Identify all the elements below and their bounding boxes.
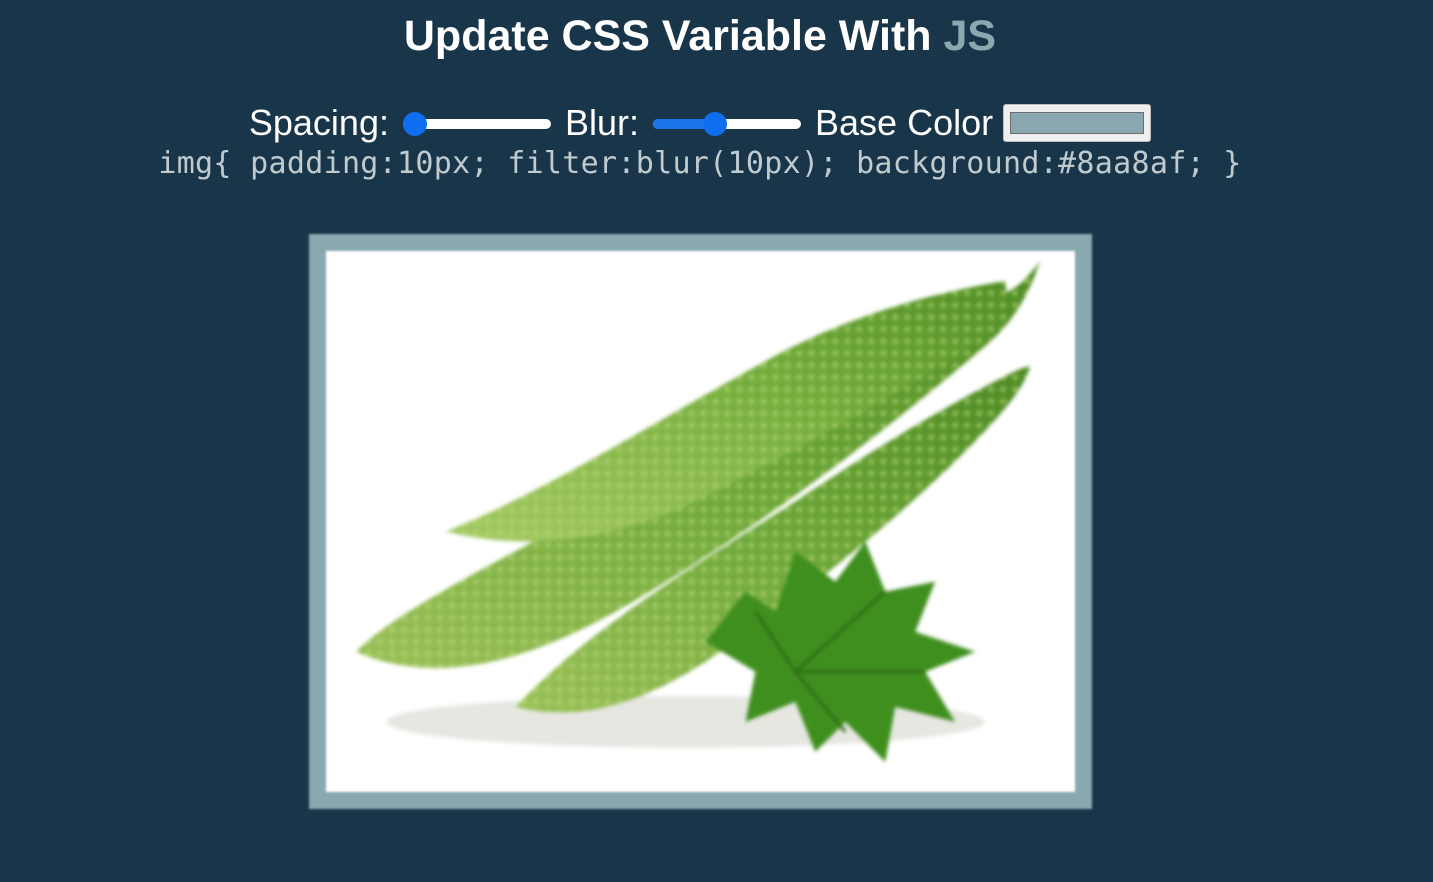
base-color-picker[interactable] — [1003, 104, 1152, 142]
title-highlight: JS — [943, 12, 997, 60]
title-main: Update CSS Variable With — [403, 12, 944, 60]
spacing-slider-thumb[interactable] — [402, 112, 427, 136]
blur-label: Blur: — [564, 102, 640, 143]
spacing-label: Spacing: — [248, 102, 389, 143]
spacing-slider[interactable] — [402, 112, 551, 136]
base-color-label: Base Color — [815, 102, 994, 143]
blur-slider-thumb[interactable] — [702, 112, 727, 136]
blur-slider[interactable] — [653, 112, 802, 136]
controls-bar: Spacing: Blur: Base Color — [0, 100, 1400, 146]
base-color-swatch — [1010, 112, 1145, 134]
css-output: img{ padding:10px; filter:blur(10px); ba… — [158, 146, 1242, 181]
image-frame — [309, 234, 1092, 809]
bitter-gourd-image — [355, 261, 1041, 762]
page-title: Update CSS Variable With JS — [0, 12, 1400, 60]
page: Update CSS Variable With JS Spacing: Blu… — [0, 0, 1433, 882]
bitter-gourd-photo — [326, 251, 1075, 792]
